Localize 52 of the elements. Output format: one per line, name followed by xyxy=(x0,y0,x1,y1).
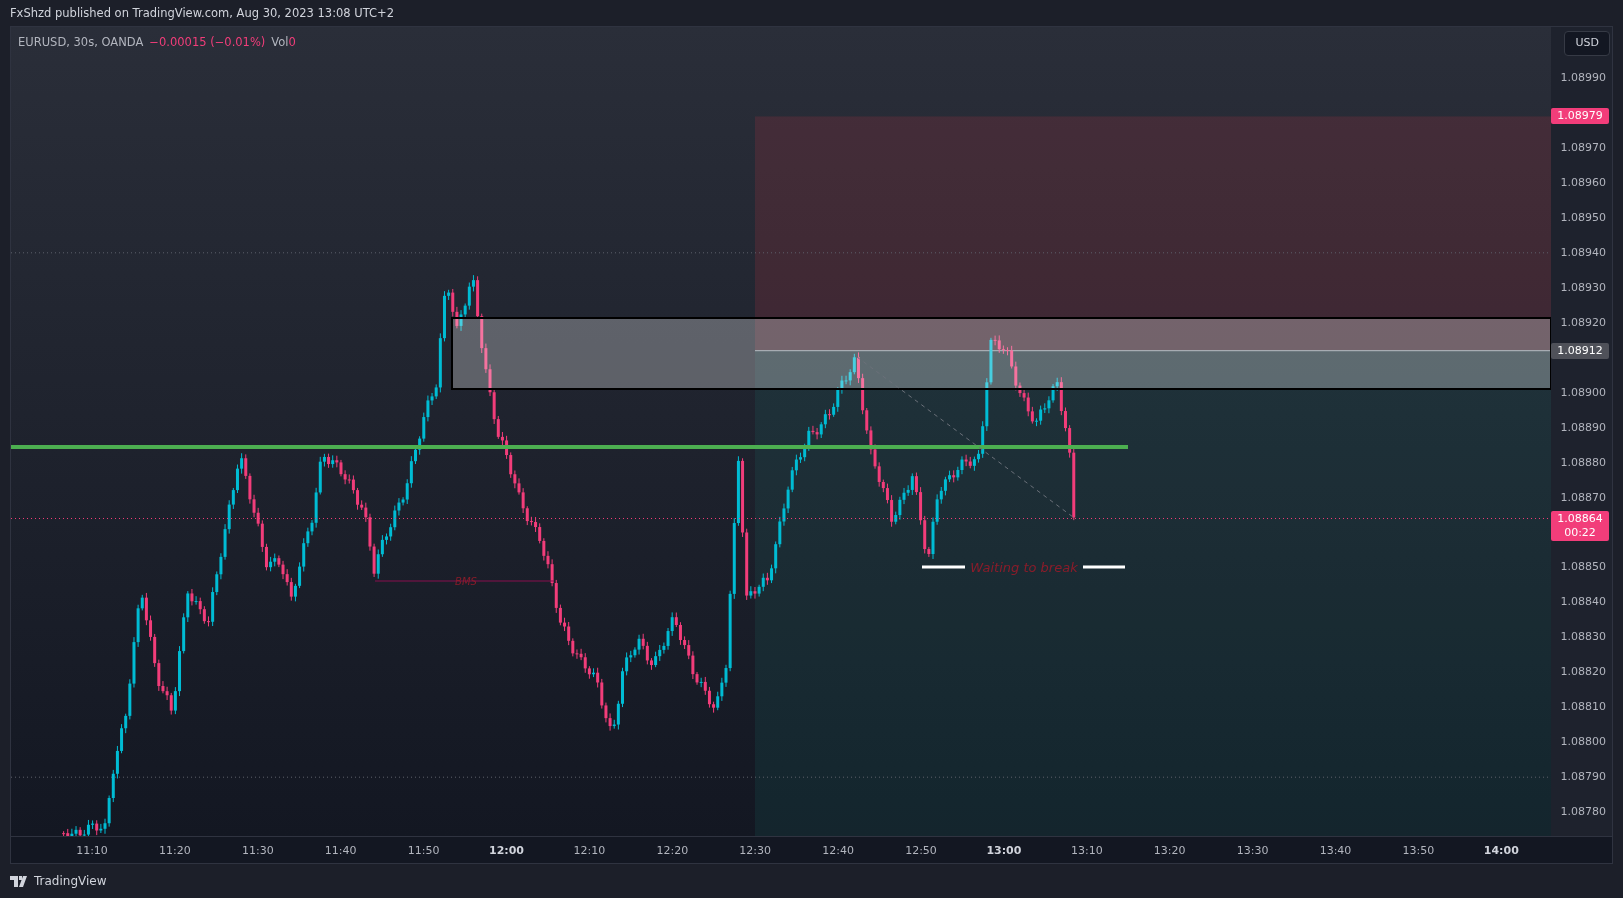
chart-area[interactable]: BMS Waiting to break EURUSD, 30s, OANDA −0.00015 (−0.01%) Vol0 xyxy=(11,27,1551,836)
price-marker: 1.08864 00:22 xyxy=(1551,511,1609,542)
price-label: 1.08990 xyxy=(1560,69,1606,86)
price-label: 1.08960 xyxy=(1560,174,1606,191)
time-label: 11:50 xyxy=(407,843,440,859)
price-label: 1.08900 xyxy=(1560,384,1606,401)
time-label: 11:30 xyxy=(241,843,274,859)
volume-label: Vol xyxy=(271,35,289,49)
symbol-label: EURUSD, 30s, OANDA xyxy=(18,34,144,51)
logo-icon xyxy=(10,875,30,887)
price-label: 1.08850 xyxy=(1560,559,1606,576)
bms-label: BMS xyxy=(455,576,477,587)
price-label: 1.08920 xyxy=(1560,314,1606,331)
price-label: 1.08950 xyxy=(1560,209,1606,226)
price-label: 1.08970 xyxy=(1560,139,1606,156)
time-label: 11:40 xyxy=(324,843,357,859)
price-label: 1.08790 xyxy=(1560,768,1606,785)
volume-value: 0 xyxy=(288,35,296,49)
time-label: 14:00 xyxy=(1483,843,1519,859)
time-label: 13:00 xyxy=(986,843,1022,859)
time-label: 13:50 xyxy=(1402,843,1435,859)
brand-label: TradingView xyxy=(34,873,107,890)
time-label: 11:20 xyxy=(159,843,191,859)
price-marker: 1.08979 xyxy=(1551,108,1609,125)
time-label: 12:20 xyxy=(656,843,689,859)
price-label: 1.08830 xyxy=(1560,629,1606,646)
price-label: 1.08780 xyxy=(1560,803,1606,820)
time-label: 12:00 xyxy=(489,843,524,859)
time-label: 12:10 xyxy=(573,843,606,859)
currency-button[interactable]: USD xyxy=(1564,31,1610,56)
waiting-label: Waiting to break xyxy=(970,560,1078,575)
time-label: 13:40 xyxy=(1319,843,1352,859)
price-label: 1.08880 xyxy=(1560,454,1606,471)
price-label: 1.08870 xyxy=(1560,489,1606,506)
price-label: 1.08930 xyxy=(1560,279,1606,296)
time-label: 11:10 xyxy=(76,843,108,859)
time-label: 12:50 xyxy=(905,843,937,859)
time-label: 13:10 xyxy=(1070,843,1103,859)
price-label: 1.08820 xyxy=(1560,664,1606,681)
price-label: 1.08940 xyxy=(1560,244,1606,261)
price-change: −0.00015 (−0.01%) xyxy=(149,34,266,51)
time-label: 13:20 xyxy=(1153,843,1186,859)
price-label: 1.08840 xyxy=(1560,594,1606,611)
publisher-caption: FxShzd published on TradingView.com, Aug 30, 2023 13:08 UTC+2 xyxy=(10,6,395,20)
time-label: 13:30 xyxy=(1236,843,1269,859)
time-label: 12:40 xyxy=(822,843,854,859)
time-axis[interactable]: 11:10 11:20 11:30 11:40 11:50 12:00 12:10 12:20 12:30 12:40 12:50 13:00 13:10 13:20 13:30 13:40 13:50 14:00 xyxy=(11,836,1612,863)
time-label: 12:30 xyxy=(739,843,772,859)
price-marker: 1.08912 xyxy=(1551,342,1609,359)
price-label: 1.08890 xyxy=(1560,419,1606,436)
price-label: 1.08800 xyxy=(1560,734,1606,750)
price-label: 1.08810 xyxy=(1560,699,1606,715)
